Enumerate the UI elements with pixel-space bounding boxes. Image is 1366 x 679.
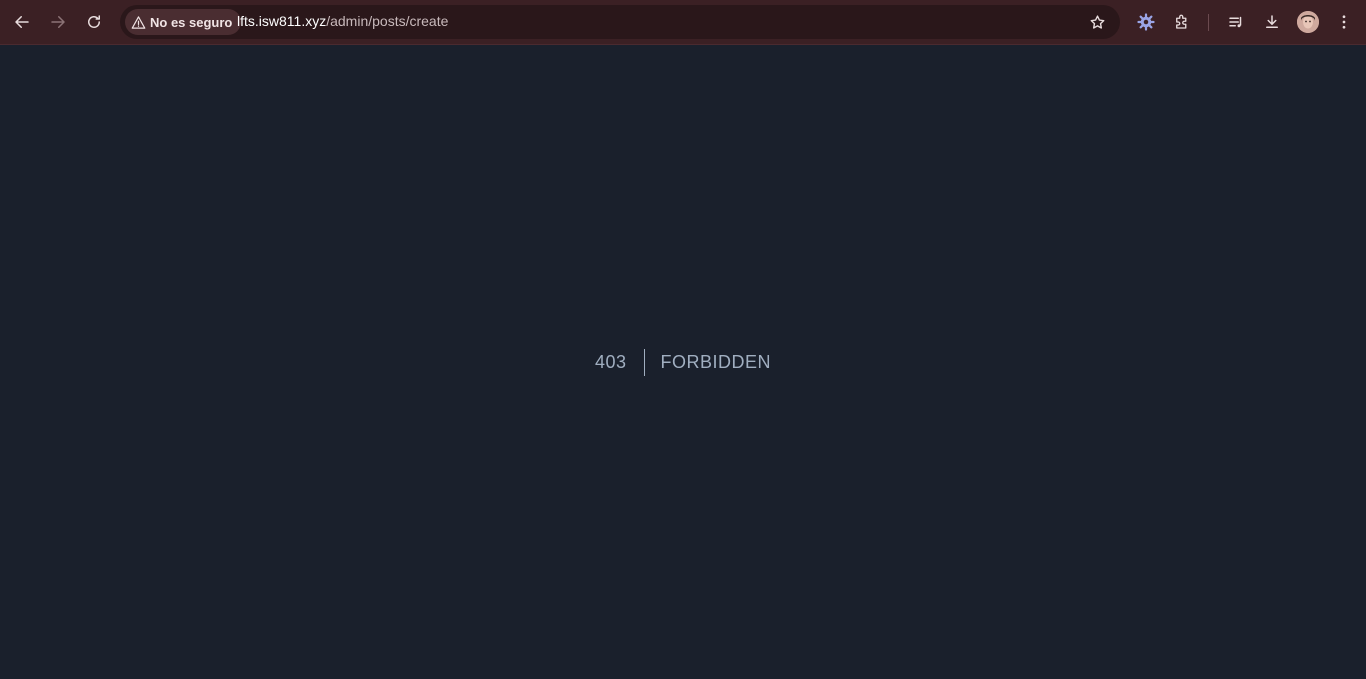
arrow-right-icon [51, 16, 65, 28]
address-bar[interactable]: No es seguro lfts.isw811.xyz/admin/posts… [120, 5, 1120, 39]
back-button[interactable] [8, 8, 36, 36]
browser-menu-button[interactable] [1330, 8, 1358, 36]
error-text: Forbidden [660, 351, 772, 372]
error-message: 403 Forbidden [0, 348, 1366, 376]
url-text[interactable]: lfts.isw811.xyz/admin/posts/create [237, 13, 448, 29]
reload-icon [88, 15, 100, 28]
extensions-button[interactable] [1168, 8, 1196, 36]
playlist-icon [1229, 16, 1242, 28]
gear-icon [1137, 13, 1155, 31]
reading-list-button[interactable] [1222, 8, 1250, 36]
reload-button[interactable] [80, 8, 108, 36]
arrow-left-icon [15, 16, 29, 28]
star-icon [1090, 14, 1104, 29]
url-host: lfts.isw811.xyz [237, 13, 327, 29]
security-chip[interactable]: No es seguro [125, 9, 242, 35]
security-chip-label: No es seguro [150, 14, 233, 30]
forward-button[interactable] [44, 8, 72, 36]
warning-triangle-icon [131, 15, 146, 29]
downloads-button[interactable] [1258, 8, 1286, 36]
toolbar-separator [1208, 14, 1209, 31]
bookmark-button[interactable] [1084, 9, 1110, 35]
puzzle-icon [1176, 14, 1187, 29]
url-path: /admin/posts/create [326, 13, 449, 29]
browser-toolbar: No es seguro lfts.isw811.xyz/admin/posts… [0, 0, 1366, 45]
extension-button[interactable] [1132, 8, 1160, 36]
download-icon [1266, 15, 1278, 28]
avatar[interactable] [1297, 11, 1319, 33]
profile-picture [1297, 11, 1319, 33]
page-content: 403 Forbidden [0, 46, 1366, 679]
kebab-menu-icon [1342, 15, 1346, 29]
error-code: 403 [594, 351, 627, 372]
